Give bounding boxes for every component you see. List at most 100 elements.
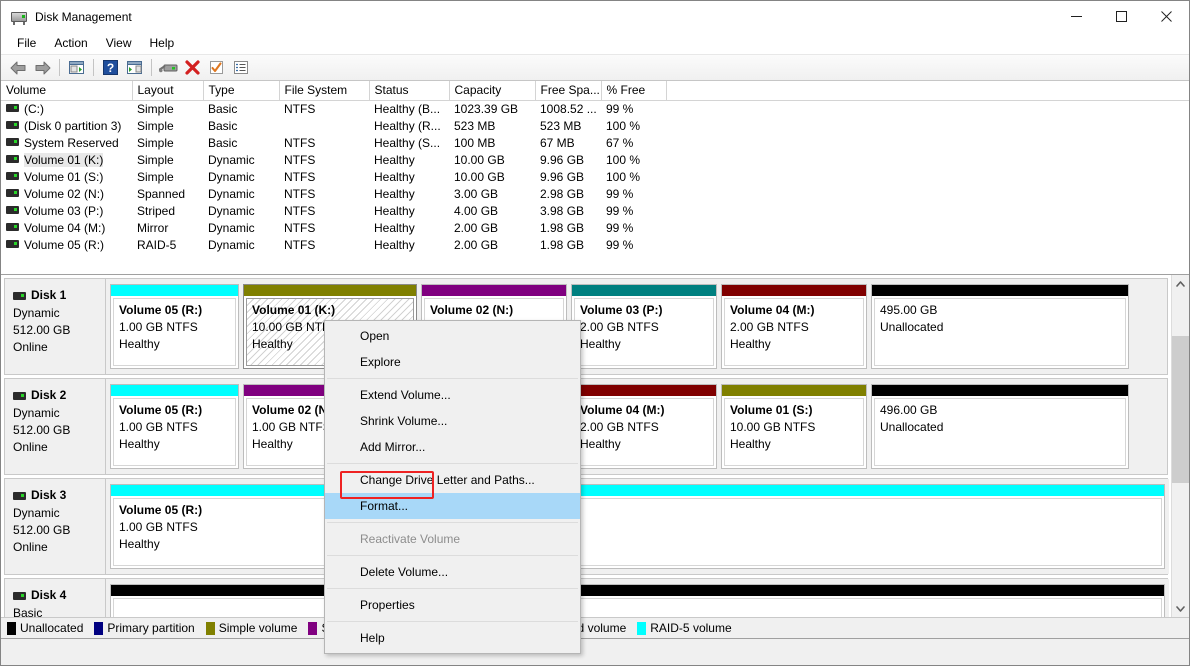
menu-help[interactable]: Help	[141, 33, 184, 53]
column-header-layout[interactable]: Layout	[132, 81, 204, 101]
column-header--free[interactable]: % Free	[601, 81, 667, 101]
column-header-free-spa[interactable]: Free Spa...	[535, 81, 602, 101]
disk-size-label: 512.00 GB	[13, 523, 71, 537]
volume-row[interactable]: Volume 02 (N:) Spanned Dynamic NTFS Healthy 3…	[1, 186, 1189, 203]
volume-row[interactable]: (Disk 0 partition 3) Simple Basic Healthy (…	[1, 118, 1189, 135]
column-header-filler[interactable]	[666, 81, 1189, 101]
disk-name: Disk 2	[13, 387, 105, 404]
delete-icon[interactable]	[181, 57, 204, 79]
volume-name-cell: Volume 03 (P:)	[1, 203, 132, 220]
volume-filler-cell	[666, 186, 1189, 203]
volume-row[interactable]: Volume 01 (K:) Simple Dynamic NTFS Healthy 10…	[1, 152, 1189, 169]
ctx-add-mirror[interactable]: Add Mirror...	[325, 434, 580, 460]
scrollbar-thumb[interactable]	[1172, 336, 1189, 483]
volume-filler-cell	[666, 203, 1189, 220]
volume-filler-cell	[666, 118, 1189, 135]
disk-volume-segment[interactable]: Volume 03 (P:) 2.00 GB NTFS Healthy	[571, 284, 717, 369]
volume-segment-status: Healthy	[119, 437, 160, 451]
volume-status-cell: Healthy	[374, 221, 415, 235]
show-hide-console-tree-icon[interactable]	[65, 57, 88, 79]
disk-row[interactable]: Disk 4 Basic	[4, 578, 1169, 617]
ctx-extend-volume[interactable]: Extend Volume...	[325, 382, 580, 408]
disk-icon	[13, 391, 26, 400]
volume-segment-status: Healthy	[730, 337, 771, 351]
list-icon[interactable]	[229, 57, 252, 79]
volume-segment-title: Volume 01 (S:)	[730, 403, 813, 417]
volume-row[interactable]: Volume 01 (S:) Simple Dynamic NTFS Healthy 10…	[1, 169, 1189, 186]
volume-segment-size: 2.00 GB NTFS	[730, 320, 809, 334]
disk-row[interactable]: Disk 2 Dynamic 512.00 GB Online Volume 05 (R…	[4, 378, 1168, 475]
disk-unallocated-segment[interactable]: 496.00 GB Unallocated	[871, 384, 1129, 469]
disk-unallocated-segment[interactable]: 495.00 GB Unallocated	[871, 284, 1129, 369]
menu-action[interactable]: Action	[45, 33, 96, 53]
column-header-capacity[interactable]: Capacity	[449, 81, 536, 101]
column-header-volume[interactable]: Volume	[1, 81, 133, 101]
minimize-button[interactable]	[1054, 1, 1099, 32]
volume-segment-size: 2.00 GB NTFS	[580, 320, 659, 334]
column-header-file-system[interactable]: File System	[279, 81, 370, 101]
help-icon[interactable]: ?	[99, 57, 122, 79]
forward-icon[interactable]	[31, 57, 54, 79]
show-hide-action-pane-icon[interactable]	[123, 57, 146, 79]
ctx-help[interactable]: Help	[325, 625, 580, 651]
disk-info[interactable]: Disk 4 Basic	[5, 579, 106, 617]
disk-state-label: Online	[13, 440, 48, 454]
volume-icon	[6, 240, 19, 248]
volume-row[interactable]: (C:) Simple Basic NTFS Healthy (B... 1023.39 …	[1, 101, 1189, 118]
volume-percentfree-cell: 99 %	[606, 238, 634, 252]
volume-name-label: (C:)	[24, 102, 44, 117]
volume-freespace-cell: 1.98 GB	[540, 238, 585, 252]
volume-segment-status: Healthy	[119, 337, 160, 351]
scrollbar-track[interactable]	[1172, 292, 1189, 600]
column-header-type[interactable]: Type	[203, 81, 280, 101]
disk-pane-scrollbar[interactable]	[1171, 275, 1189, 617]
disk-info[interactable]: Disk 1 Dynamic 512.00 GB Online	[5, 279, 106, 374]
volume-row[interactable]: Volume 04 (M:) Mirror Dynamic NTFS Healthy 2.…	[1, 220, 1189, 237]
ctx-change-drive-letter[interactable]: Change Drive Letter and Paths...	[325, 467, 580, 493]
rescan-disks-icon[interactable]	[157, 57, 180, 79]
disk-volume-segment[interactable]: Volume 04 (M:) 2.00 GB NTFS Healthy	[571, 384, 717, 469]
maximize-button[interactable]	[1099, 1, 1144, 32]
volume-percentfree-cell: 100 %	[606, 153, 641, 167]
volume-row[interactable]: Volume 05 (R:) RAID-5 Dynamic NTFS Healthy 2.…	[1, 237, 1189, 254]
properties-icon[interactable]	[205, 57, 228, 79]
disk-unallocated-segment[interactable]	[110, 584, 1165, 617]
disk-row[interactable]: Disk 3 Dynamic 512.00 GB Online Volume 05 (R…	[4, 478, 1169, 575]
disk-volume-segment[interactable]: Volume 04 (M:) 2.00 GB NTFS Healthy	[721, 284, 867, 369]
volume-detail: 496.00 GB Unallocated	[874, 398, 1126, 466]
menu-bar: File Action View Help	[1, 32, 1189, 55]
menu-view[interactable]: View	[97, 33, 141, 53]
column-header-status[interactable]: Status	[369, 81, 450, 101]
disk-volume-segment[interactable]: Volume 05 (R:) 1.00 GB NTFS Healthy	[110, 384, 239, 469]
back-icon[interactable]	[7, 57, 30, 79]
volume-detail: Volume 05 (R:) 1.00 GB NTFS Healthy	[113, 298, 236, 366]
volume-icon	[6, 189, 19, 197]
volume-percentfree-cell: 99 %	[606, 221, 634, 235]
menu-file[interactable]: File	[8, 33, 45, 53]
disk-volume-segment[interactable]: Volume 01 (S:) 10.00 GB NTFS Healthy	[721, 384, 867, 469]
ctx-explore[interactable]: Explore	[325, 349, 580, 375]
ctx-open[interactable]: Open	[325, 323, 580, 349]
disk-volume-segment[interactable]: Volume 05 (R:) 1.00 GB NTFS Healthy	[110, 484, 1165, 569]
ctx-properties[interactable]: Properties	[325, 592, 580, 618]
volume-detail	[113, 598, 1162, 617]
close-button[interactable]	[1144, 1, 1189, 32]
ctx-delete-volume[interactable]: Delete Volume...	[325, 559, 580, 585]
disk-name-label: Disk 3	[31, 488, 67, 502]
disk-info[interactable]: Disk 2 Dynamic 512.00 GB Online	[5, 379, 106, 474]
ctx-format[interactable]: Format...	[325, 493, 580, 519]
scroll-up-button[interactable]	[1172, 275, 1189, 292]
disk-row[interactable]: Disk 1 Dynamic 512.00 GB Online Volume 05 (R…	[4, 278, 1168, 375]
volume-row[interactable]: System Reserved Simple Basic NTFS Healthy (S…	[1, 135, 1189, 152]
disk-info[interactable]: Disk 3 Dynamic 512.00 GB Online	[5, 479, 106, 574]
volume-context-menu[interactable]: Open Explore Extend Volume... Shrink Volume…	[324, 320, 581, 654]
volume-row[interactable]: Volume 03 (P:) Striped Dynamic NTFS Healthy 4…	[1, 203, 1189, 220]
toolbar-separator-2	[93, 59, 94, 76]
scroll-down-button[interactable]	[1172, 600, 1189, 617]
ctx-shrink-volume[interactable]: Shrink Volume...	[325, 408, 580, 434]
disk-management-window: Disk Management File Action View Help ? …	[0, 0, 1190, 666]
volume-percentfree-cell: 99 %	[606, 102, 634, 117]
context-menu-separator	[327, 378, 578, 379]
disk-volume-segment[interactable]: Volume 05 (R:) 1.00 GB NTFS Healthy	[110, 284, 239, 369]
window-controls	[1054, 1, 1189, 32]
